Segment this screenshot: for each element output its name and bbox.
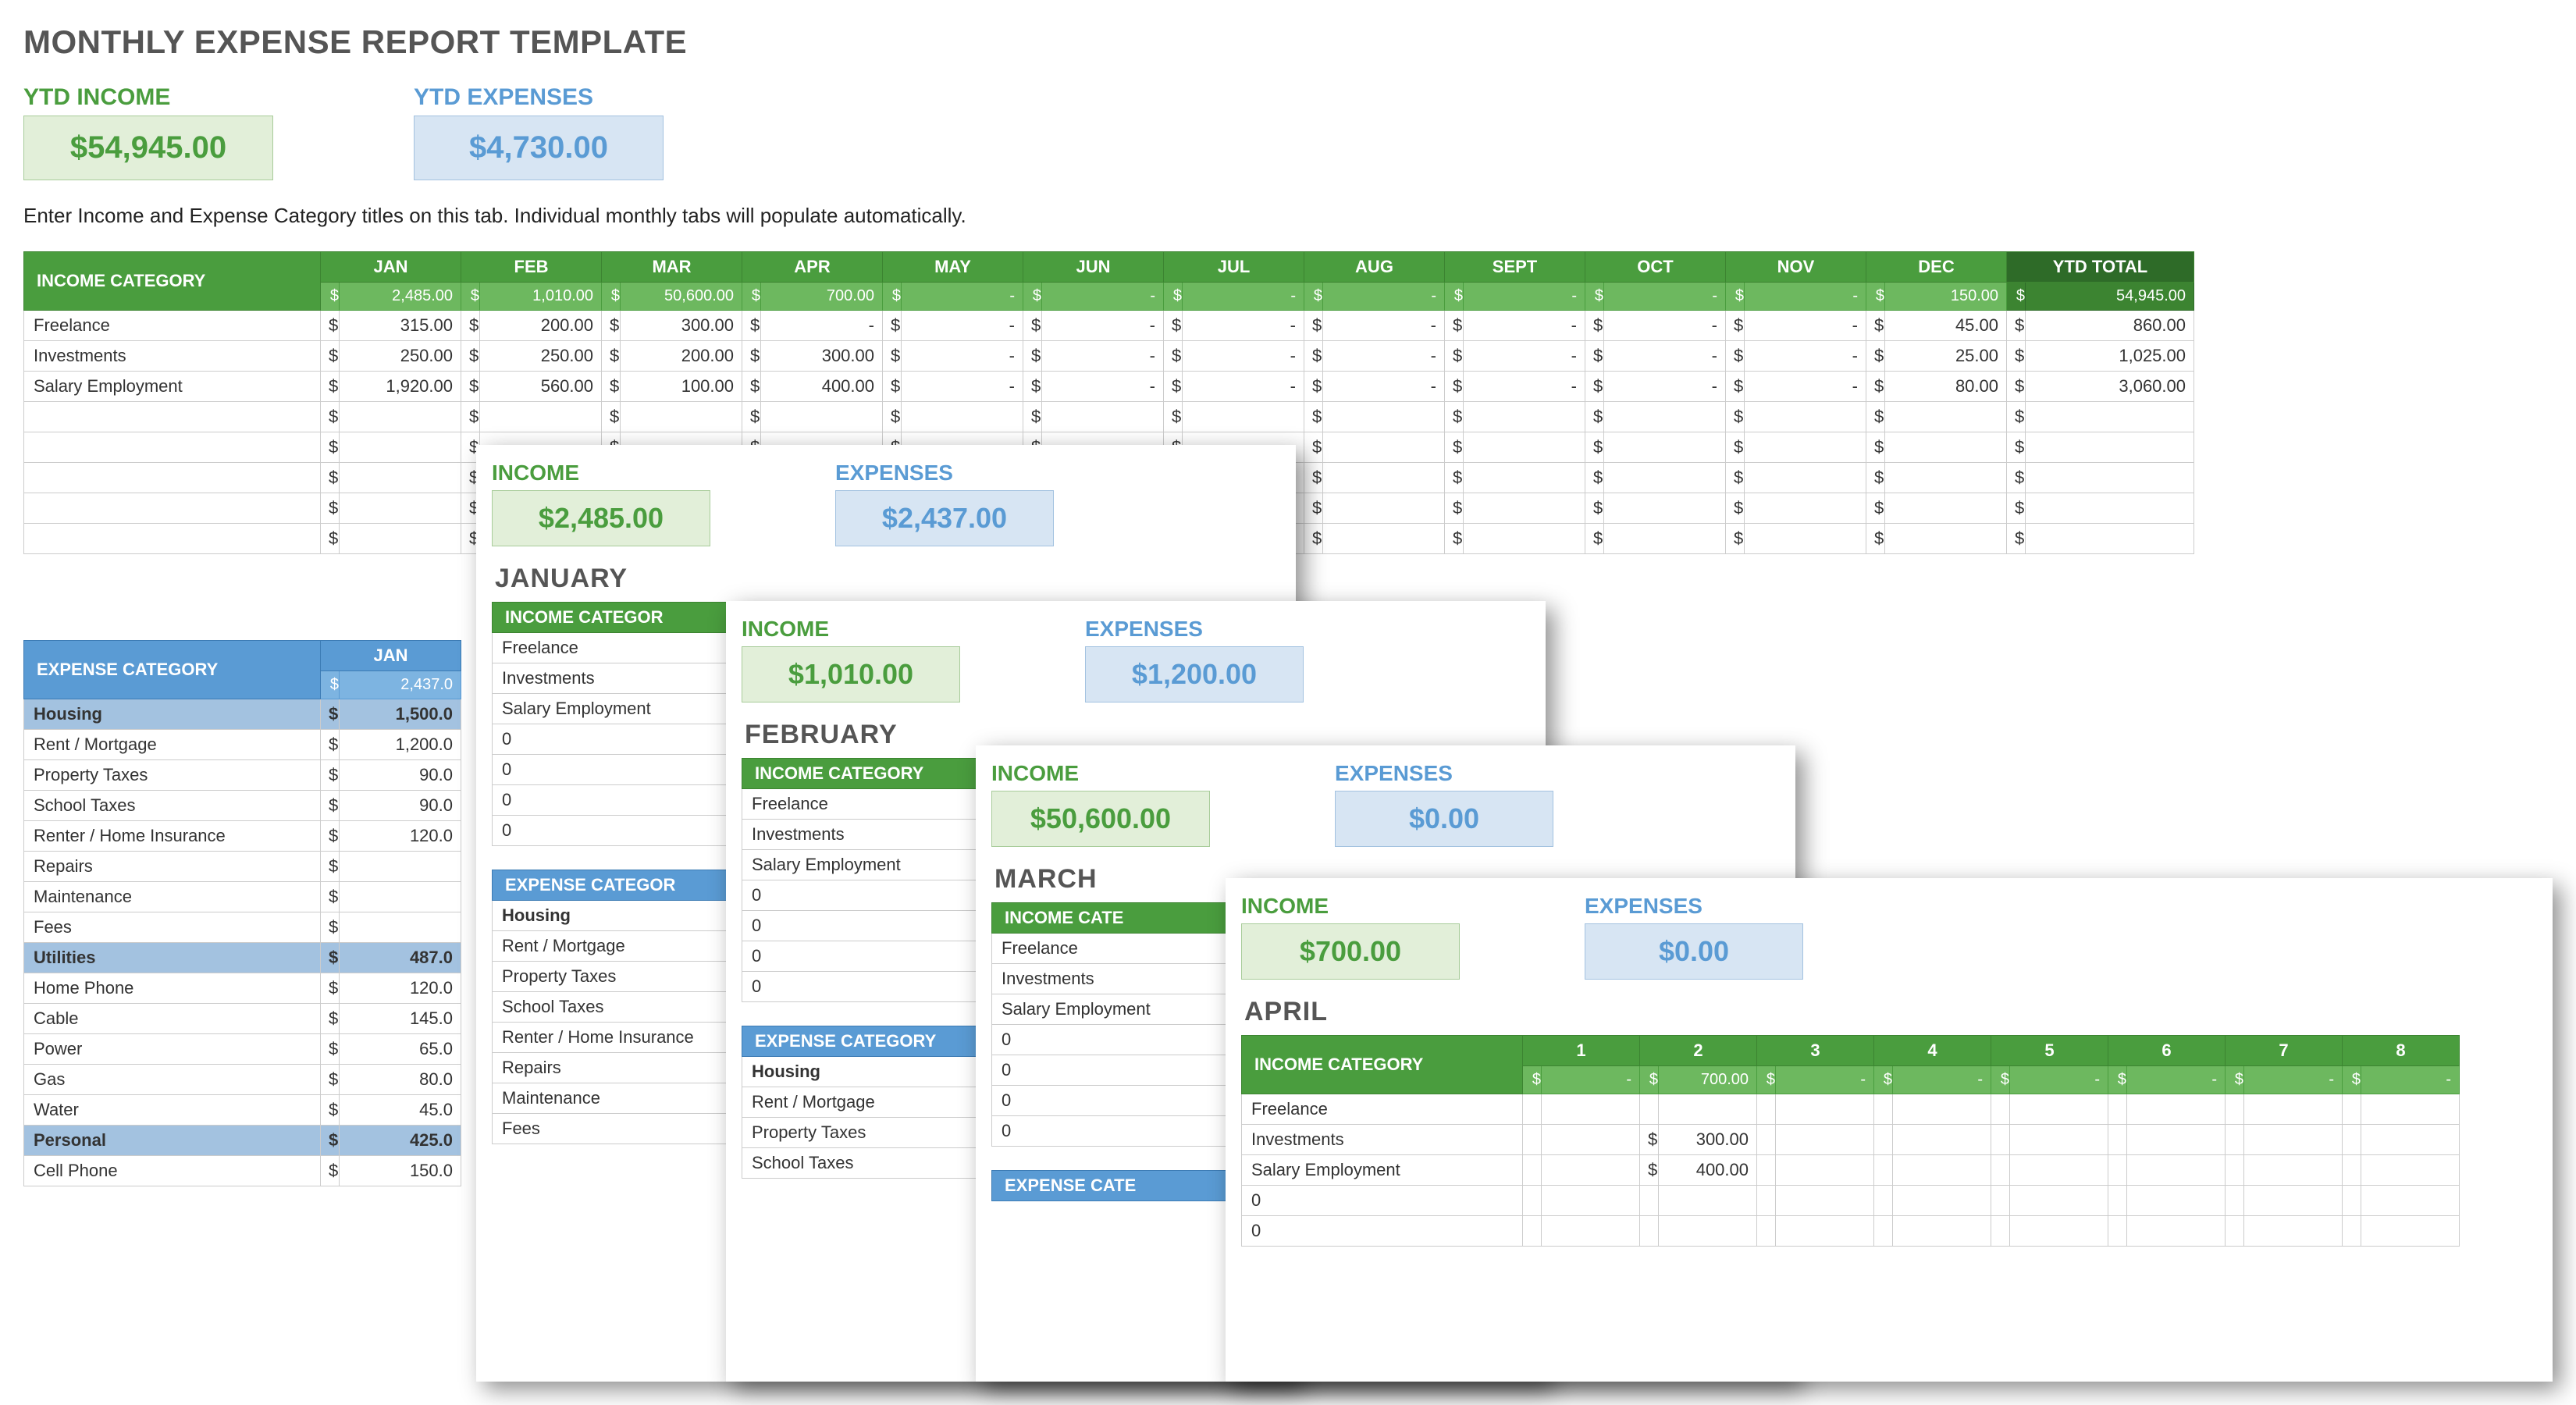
table-row[interactable]: 0	[1242, 1186, 2460, 1216]
table-row[interactable]: School Taxes$90.0	[24, 791, 461, 821]
list-item[interactable]: Rent / Mortgage	[493, 931, 727, 962]
list-item[interactable]: Housing	[742, 1057, 977, 1087]
jan-income-list[interactable]: INCOME CATEGORFreelanceInvestmentsSalary…	[492, 602, 727, 846]
list-item[interactable]: Renter / Home Insurance	[493, 1023, 727, 1053]
table-row[interactable]: Freelance	[1242, 1094, 2460, 1125]
table-row[interactable]: 0	[1242, 1216, 2460, 1247]
list-item[interactable]: 0	[493, 785, 727, 816]
ytd-income-label: YTD INCOME	[23, 84, 273, 111]
feb-income-value: $1,010.00	[742, 646, 960, 702]
mar-income-label: INCOME	[991, 761, 1210, 786]
list-item[interactable]: Freelance	[493, 633, 727, 663]
feb-expenses-label: EXPENSES	[1085, 617, 1304, 642]
list-item[interactable]: 0	[742, 972, 977, 1002]
feb-income-label: INCOME	[742, 617, 960, 642]
apr-expenses-label: EXPENSES	[1585, 894, 1803, 919]
list-item[interactable]: Maintenance	[493, 1083, 727, 1114]
mar-expenses-value: $0.00	[1335, 791, 1553, 847]
april-panel: INCOME $700.00 EXPENSES $0.00 APRIL INCO…	[1226, 878, 2553, 1382]
table-row[interactable]: Power$65.0	[24, 1034, 461, 1065]
table-row[interactable]: Home Phone$120.0	[24, 973, 461, 1004]
apr-income-value: $700.00	[1241, 923, 1460, 980]
feb-expenses-value: $1,200.00	[1085, 646, 1304, 702]
table-row[interactable]: Repairs$	[24, 852, 461, 882]
list-item[interactable]: School Taxes	[493, 992, 727, 1023]
list-item[interactable]: Salary Employment	[992, 994, 1226, 1025]
list-item[interactable]: Salary Employment	[742, 850, 977, 880]
list-item[interactable]: 0	[992, 1086, 1226, 1116]
list-item[interactable]: 0	[493, 724, 727, 755]
instructions-text: Enter Income and Expense Category titles…	[23, 204, 2553, 228]
list-item[interactable]: Fees	[493, 1114, 727, 1144]
table-row[interactable]: Maintenance$	[24, 882, 461, 912]
table-row[interactable]: Fees$	[24, 912, 461, 943]
table-row[interactable]: Salary Employment$400.00	[1242, 1155, 2460, 1186]
table-row[interactable]: Rent / Mortgage$1,200.0	[24, 730, 461, 760]
table-row[interactable]: Investments$250.00$250.00$200.00$300.00$…	[24, 341, 2194, 372]
list-item[interactable]: 0	[742, 880, 977, 911]
jan-income-value: $2,485.00	[492, 490, 710, 546]
feb-expense-list[interactable]: EXPENSE CATEGORYHousingRent / MortgagePr…	[742, 1026, 977, 1179]
table-row[interactable]: Freelance$315.00$200.00$300.00$-$-$-$-$-…	[24, 311, 2194, 341]
jan-month-title: JANUARY	[495, 564, 1280, 594]
mar-income-list[interactable]: INCOME CATEFreelanceInvestmentsSalary Em…	[991, 902, 1226, 1147]
feb-income-list[interactable]: INCOME CATEGORYFreelanceInvestmentsSalar…	[742, 758, 977, 1002]
table-row[interactable]: Cable$145.0	[24, 1004, 461, 1034]
list-item[interactable]: Rent / Mortgage	[742, 1087, 977, 1118]
table-row[interactable]: Water$45.0	[24, 1095, 461, 1126]
apr-month-title: APRIL	[1244, 997, 2537, 1027]
table-row[interactable]: Cell Phone$150.0	[24, 1156, 461, 1186]
jan-expense-list[interactable]: EXPENSE CATEGORHousingRent / MortgagePro…	[492, 870, 727, 1144]
ytd-income-value: $54,945.00	[23, 116, 273, 180]
ytd-summary: YTD INCOME $54,945.00 YTD EXPENSES $4,73…	[23, 84, 2553, 180]
list-item[interactable]: 0	[992, 1055, 1226, 1086]
expense-table[interactable]: EXPENSE CATEGORYJAN$2,437.0Housing$1,500…	[23, 640, 461, 1186]
jan-expenses-label: EXPENSES	[835, 461, 1054, 486]
list-item[interactable]: 0	[493, 755, 727, 785]
list-item[interactable]: 0	[742, 941, 977, 972]
table-row[interactable]: Property Taxes$90.0	[24, 760, 461, 791]
ytd-expenses-value: $4,730.00	[414, 116, 664, 180]
list-item[interactable]: School Taxes	[742, 1148, 977, 1179]
ytd-expenses-label: YTD EXPENSES	[414, 84, 664, 111]
list-item[interactable]: Freelance	[742, 789, 977, 820]
list-item[interactable]: Property Taxes	[742, 1118, 977, 1148]
jan-expenses-value: $2,437.00	[835, 490, 1054, 546]
list-item[interactable]: Investments	[742, 820, 977, 850]
list-item[interactable]: 0	[742, 911, 977, 941]
list-item[interactable]: 0	[992, 1116, 1226, 1147]
table-row[interactable]: Housing$1,500.0	[24, 699, 461, 730]
list-item[interactable]: Investments	[493, 663, 727, 694]
mar-income-value: $50,600.00	[991, 791, 1210, 847]
list-item[interactable]: 0	[992, 1025, 1226, 1055]
list-item[interactable]: Property Taxes	[493, 962, 727, 992]
table-row[interactable]: $$$$$$$$$$$$$	[24, 402, 2194, 432]
table-row[interactable]: Investments$300.00	[1242, 1125, 2460, 1155]
list-item[interactable]: Investments	[992, 964, 1226, 994]
apr-income-table[interactable]: INCOME CATEGORY12345678$-$700.00$-$-$-$-…	[1241, 1035, 2460, 1247]
list-item[interactable]: Salary Employment	[493, 694, 727, 724]
page-title: MONTHLY EXPENSE REPORT TEMPLATE	[23, 23, 2553, 61]
table-row[interactable]: Gas$80.0	[24, 1065, 461, 1095]
mar-expense-list[interactable]: EXPENSE CATE	[991, 1170, 1226, 1201]
table-row[interactable]: Renter / Home Insurance$120.0	[24, 821, 461, 852]
table-row[interactable]: Utilities$487.0	[24, 943, 461, 973]
list-item[interactable]: Housing	[493, 901, 727, 931]
list-item[interactable]: Repairs	[493, 1053, 727, 1083]
mar-expenses-label: EXPENSES	[1335, 761, 1553, 786]
apr-expenses-value: $0.00	[1585, 923, 1803, 980]
list-item[interactable]: Freelance	[992, 934, 1226, 964]
jan-income-label: INCOME	[492, 461, 710, 486]
table-row[interactable]: Personal$425.0	[24, 1126, 461, 1156]
table-row[interactable]: Salary Employment$1,920.00$560.00$100.00…	[24, 372, 2194, 402]
apr-income-label: INCOME	[1241, 894, 1460, 919]
list-item[interactable]: 0	[493, 816, 727, 846]
